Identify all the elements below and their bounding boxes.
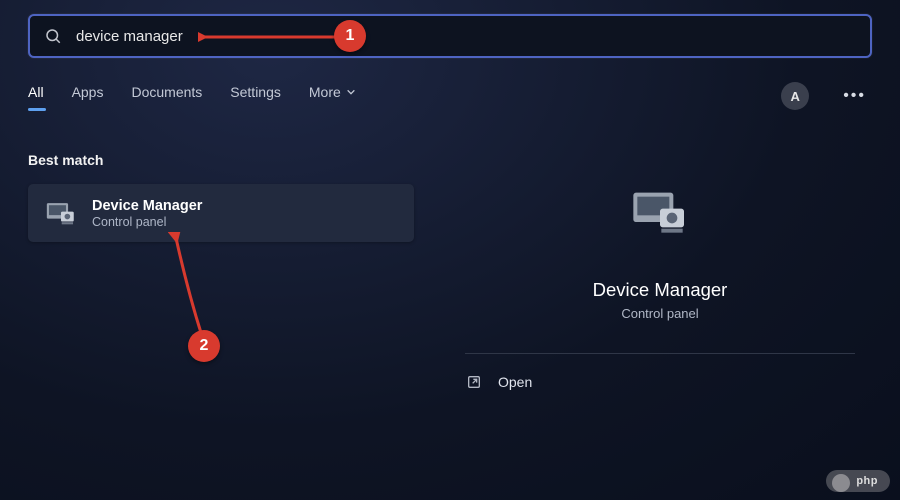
open-icon (466, 374, 482, 390)
tab-documents[interactable]: Documents (131, 84, 202, 108)
active-tab-underline (28, 108, 46, 111)
tab-settings[interactable]: Settings (230, 84, 281, 108)
search-bar[interactable] (28, 14, 872, 58)
tab-label: Settings (230, 84, 281, 100)
result-device-manager[interactable]: Device Manager Control panel (28, 184, 414, 242)
user-avatar[interactable]: A (781, 82, 809, 110)
device-manager-icon (44, 196, 78, 230)
action-label: Open (498, 374, 532, 390)
annotation-arrow-2 (168, 232, 218, 342)
overflow-menu-button[interactable]: ••• (837, 83, 872, 109)
tab-label: All (28, 84, 44, 100)
detail-subtitle: Control panel (621, 306, 698, 321)
chevron-down-icon (346, 84, 356, 100)
detail-title: Device Manager (593, 279, 728, 301)
tab-label: More (309, 84, 341, 100)
section-label-best-match: Best match (28, 152, 414, 168)
tab-label: Apps (72, 84, 104, 100)
device-manager-icon (628, 182, 692, 251)
filter-tabs: All Apps Documents Settings More A ••• (28, 82, 872, 110)
tab-more[interactable]: More (309, 84, 356, 108)
search-icon (44, 27, 62, 45)
tab-apps[interactable]: Apps (72, 84, 104, 108)
tab-label: Documents (131, 84, 202, 100)
action-open[interactable]: Open (448, 354, 872, 390)
search-input[interactable] (76, 28, 856, 45)
tab-all[interactable]: All (28, 84, 44, 108)
result-subtitle: Control panel (92, 215, 202, 229)
annotation-badge-2: 2 (188, 330, 220, 362)
watermark: php (826, 470, 890, 492)
detail-pane: Device Manager Control panel Open (448, 152, 872, 500)
avatar-initial: A (790, 89, 799, 104)
results-column: Best match Device Manager Control panel (28, 152, 414, 242)
result-title: Device Manager (92, 198, 202, 214)
